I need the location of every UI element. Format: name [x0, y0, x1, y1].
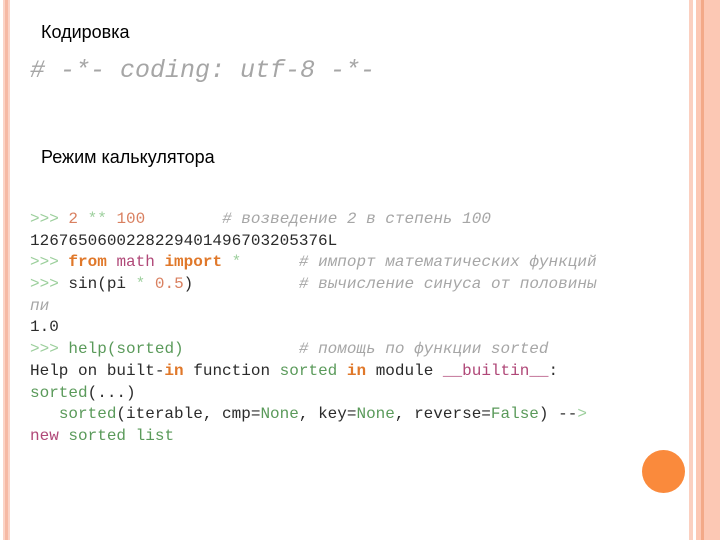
paren: ) — [183, 275, 194, 294]
code-block: >>> 2 ** 100 # возведение 2 в степень 10… — [30, 209, 680, 448]
comment: # помощь по функции sorted — [298, 340, 549, 359]
arrow: > — [577, 405, 587, 424]
number: 2 — [68, 210, 79, 228]
function-name: sorted — [58, 405, 117, 424]
keyword: in — [164, 361, 184, 380]
right-border-stripe — [704, 0, 720, 540]
code-line: >>> 2 ** 100 # возведение 2 в степень 10… — [30, 209, 680, 231]
left-border-stripe — [8, 0, 10, 540]
heading-calculator-mode: Режим калькулятора — [41, 147, 215, 167]
prompt: >>> — [30, 340, 59, 359]
code-output: Help on built-in function sorted in modu… — [30, 361, 680, 383]
number: 100 — [116, 210, 146, 228]
output-text: function — [193, 361, 271, 380]
output-text: , key= — [298, 405, 357, 424]
output-text: Help on built- — [30, 361, 165, 380]
output-text: , reverse= — [394, 405, 491, 424]
constant: None — [260, 405, 299, 424]
code-output: sorted(iterable, cmp=None, key=None, rev… — [30, 404, 680, 426]
code-output: 1.0 — [30, 317, 680, 339]
code-output: new sorted list — [30, 426, 680, 448]
prompt: >>> — [30, 253, 59, 272]
code-output: 1267650600228229401496703205376L — [30, 231, 680, 253]
module-name: math — [116, 253, 155, 272]
function-name: sorted — [30, 383, 88, 402]
decorative-circle — [642, 450, 685, 493]
function-call: help(sorted) — [68, 340, 184, 359]
output-text: sorted list — [68, 426, 175, 445]
comment: # вычисление синуса от половины — [298, 275, 597, 294]
code-line: >>> sin(pi * 0.5) # вычисление синуса от… — [30, 274, 680, 296]
function-call: sin(pi — [68, 275, 127, 294]
output-value: 1267650600228229401496703205376L — [30, 231, 338, 250]
output-text: : — [548, 361, 559, 380]
constant: False — [490, 405, 539, 424]
comment: # возведение 2 в степень 100 — [222, 210, 491, 228]
heading-encoding: Кодировка — [41, 22, 130, 42]
comment: # импорт математических функций — [298, 253, 597, 272]
constant: None — [356, 405, 395, 424]
module-name: __builtin__ — [442, 361, 549, 380]
prompt: >>> — [30, 275, 59, 294]
keyword: import — [164, 253, 223, 272]
output-text: (...) — [87, 383, 136, 402]
operator: ** — [87, 210, 107, 228]
prompt: >>> — [30, 210, 59, 228]
code-line: >>> help(sorted) # помощь по функции sor… — [30, 339, 680, 361]
code-line: >>> from math import * # импорт математи… — [30, 252, 680, 274]
keyword-new: new — [30, 426, 59, 445]
coding-declaration: # -*- coding: utf-8 -*- — [30, 56, 376, 85]
code-line: пи — [30, 296, 680, 318]
number: 0.5 — [154, 275, 184, 294]
output-text: module — [375, 361, 434, 380]
operator: * — [231, 253, 242, 272]
keyword: in — [346, 361, 367, 380]
code-output: sorted(...) — [30, 383, 680, 405]
function-name: sorted — [279, 361, 338, 380]
comment-continuation: пи — [30, 296, 50, 315]
operator: * — [135, 275, 146, 294]
output-value: 1.0 — [30, 318, 59, 337]
output-text: ) -- — [538, 405, 578, 424]
output-text: (iterable, cmp= — [116, 405, 261, 424]
keyword: from — [68, 253, 107, 272]
